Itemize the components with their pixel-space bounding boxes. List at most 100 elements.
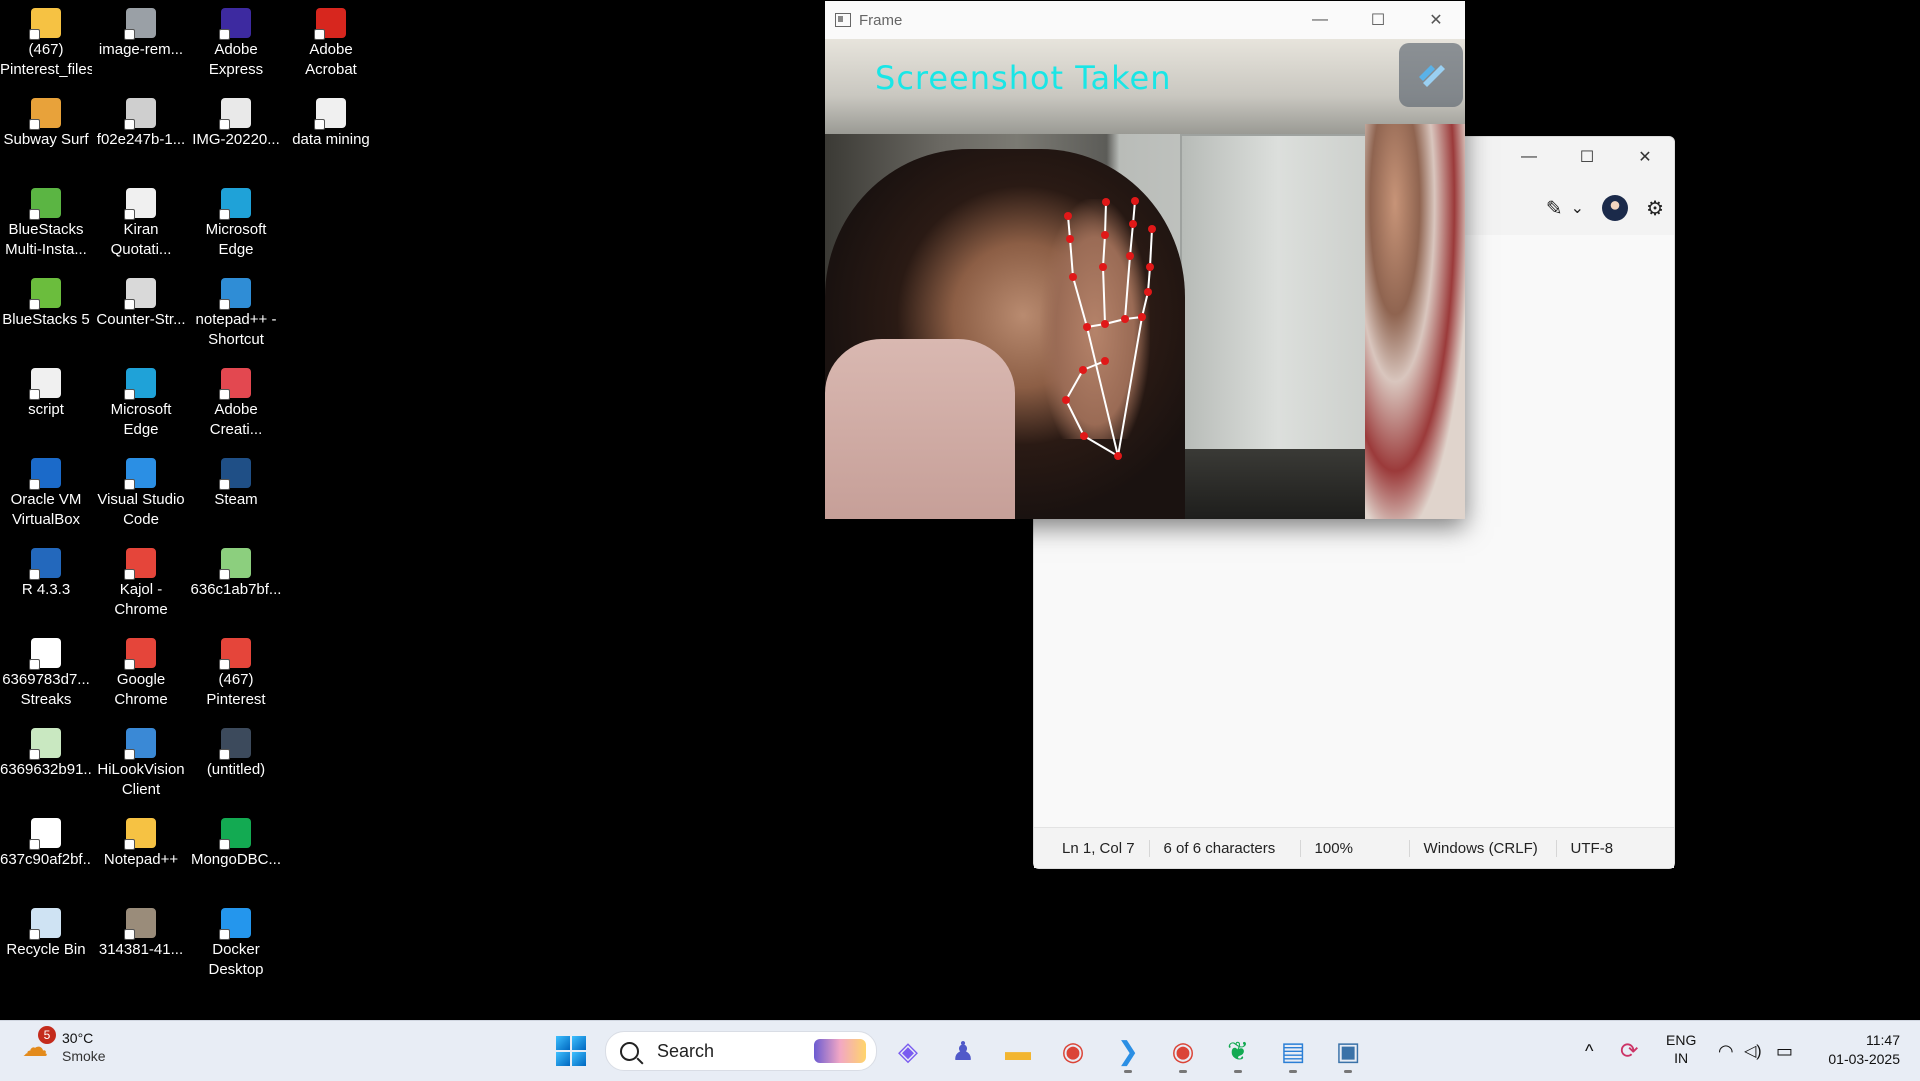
desktop-icon[interactable]: R 4.3.3 bbox=[0, 542, 92, 626]
mongodb-compass-icon[interactable]: ❦ bbox=[1218, 1031, 1258, 1073]
running-indicator bbox=[1124, 1070, 1132, 1073]
hand-landmark-point bbox=[1099, 263, 1107, 271]
desktop-icon[interactable]: image-rem... bbox=[95, 2, 187, 86]
desktop-icon[interactable]: 314381-41... bbox=[95, 902, 187, 986]
python-icon[interactable]: ▣ bbox=[1328, 1031, 1368, 1073]
taskbar-clock[interactable]: 11:47 01-03-2025 bbox=[1828, 1031, 1900, 1069]
adobe-creative-cloud-icon bbox=[219, 368, 251, 400]
frame-close-button[interactable]: ✕ bbox=[1407, 1, 1465, 39]
image-file-icon bbox=[219, 98, 251, 130]
desktop-icon[interactable]: Counter-Str... bbox=[95, 272, 187, 356]
desktop-icon[interactable]: Steam bbox=[190, 452, 282, 536]
python-file-icon bbox=[124, 8, 156, 40]
notepad-minimize-button[interactable]: — bbox=[1500, 137, 1558, 177]
desktop-icon[interactable]: 6369783d7... Streaks bbox=[0, 632, 92, 716]
desktop-icon[interactable]: MongoDBC... bbox=[190, 812, 282, 896]
weather-notification-badge: 5 bbox=[38, 1026, 56, 1044]
desktop-icon[interactable]: (untitled) bbox=[190, 722, 282, 806]
desktop-icon[interactable]: data mining bbox=[285, 92, 377, 176]
image-file-icon bbox=[29, 818, 61, 850]
desktop-icon[interactable]: (467) Pinterest bbox=[190, 632, 282, 716]
desktop-icon[interactable]: IMG-20220... bbox=[190, 92, 282, 176]
document-icon bbox=[124, 188, 156, 220]
volume-icon[interactable]: ◁) bbox=[1744, 1021, 1762, 1081]
bluestacks-icon bbox=[29, 278, 61, 310]
desktop-icon[interactable]: Oracle VM VirtualBox bbox=[0, 452, 92, 536]
weather-condition: Smoke bbox=[62, 1048, 106, 1064]
start-button[interactable] bbox=[556, 1036, 586, 1066]
desktop-icon-label: (467) Pinterest_files bbox=[0, 41, 92, 78]
language-indicator[interactable]: ENG IN bbox=[1666, 1031, 1696, 1067]
desktop-icon[interactable]: Kajol - Chrome bbox=[95, 542, 187, 626]
desktop-icon-label: HiLookVision Client bbox=[97, 761, 185, 798]
teams-icon[interactable]: ♟ bbox=[943, 1031, 983, 1071]
sync-icon[interactable]: ⟳ bbox=[1620, 1021, 1638, 1081]
file-explorer-icon[interactable]: ▬ bbox=[998, 1031, 1038, 1071]
vscode-icon[interactable]: ❯ bbox=[1108, 1031, 1148, 1073]
desktop-icon[interactable]: notepad++ - Shortcut bbox=[190, 272, 282, 356]
desktop-icon[interactable]: 637c90af2bf... bbox=[0, 812, 92, 896]
chrome-profile-icon[interactable]: ◉ bbox=[1163, 1031, 1203, 1073]
frame-titlebar[interactable]: Frame — ☐ ✕ bbox=[825, 1, 1465, 39]
copilot-icon[interactable]: ◈ bbox=[888, 1031, 928, 1071]
desktop-icon-label: MongoDBC... bbox=[190, 851, 282, 868]
hand-landmark-connection bbox=[1149, 228, 1153, 268]
battery-icon[interactable]: ▭ bbox=[1776, 1021, 1793, 1081]
wifi-icon[interactable]: ◠ bbox=[1718, 1021, 1734, 1081]
desktop-icon[interactable]: HiLookVision Client bbox=[95, 722, 187, 806]
r-icon bbox=[29, 548, 61, 580]
notepad-icon[interactable]: ▤ bbox=[1273, 1031, 1313, 1073]
weather-widget[interactable]: ☁ 5 30°C Smoke bbox=[22, 1026, 106, 1065]
desktop-icon[interactable]: Adobe Acrobat bbox=[285, 2, 377, 86]
notepad-maximize-button[interactable]: ☐ bbox=[1558, 137, 1616, 177]
steam-icon bbox=[219, 458, 251, 490]
hand-landmark-connection bbox=[1102, 234, 1106, 268]
desktop-icon[interactable]: BlueStacks Multi-Insta... bbox=[0, 182, 92, 266]
desktop-icon[interactable]: Google Chrome bbox=[95, 632, 187, 716]
running-indicator bbox=[1179, 1070, 1187, 1073]
weather-icon: ☁ 5 bbox=[22, 1026, 56, 1062]
zoom-level[interactable]: 100% bbox=[1301, 839, 1410, 857]
desktop-icon[interactable]: Microsoft Edge bbox=[190, 182, 282, 266]
account-avatar[interactable] bbox=[1602, 195, 1629, 221]
desktop-icon[interactable]: f02e247b-1... bbox=[95, 92, 187, 176]
desktop-icon[interactable]: 636c1ab7bf... bbox=[190, 542, 282, 626]
desktop-icon[interactable]: Adobe Creati... bbox=[190, 362, 282, 446]
recycle-bin-icon bbox=[29, 908, 61, 940]
desktop-icon[interactable]: Microsoft Edge bbox=[95, 362, 187, 446]
hand-landmark-point bbox=[1101, 231, 1109, 239]
screenshot-taken-text: Screenshot Taken bbox=[875, 59, 1172, 97]
desktop-icon-label: Microsoft Edge bbox=[205, 221, 267, 258]
desktop-icon[interactable]: Subway Surf bbox=[0, 92, 92, 176]
desktop-icon[interactable]: Notepad++ bbox=[95, 812, 187, 896]
frame-maximize-button[interactable]: ☐ bbox=[1349, 1, 1407, 39]
desktop-icon[interactable]: 6369632b91... bbox=[0, 722, 92, 806]
desktop-icon[interactable]: Visual Studio Code bbox=[95, 452, 187, 536]
encoding[interactable]: UTF-8 bbox=[1557, 840, 1628, 857]
hand-landmark-point bbox=[1148, 225, 1156, 233]
notepad-close-button[interactable]: ✕ bbox=[1616, 137, 1674, 177]
mongodb-compass-icon bbox=[219, 818, 251, 850]
show-hidden-icons-chevron-icon[interactable]: ^ bbox=[1585, 1021, 1593, 1081]
adobe-acrobat-icon bbox=[314, 8, 346, 40]
chrome-icon[interactable]: ◉ bbox=[1053, 1031, 1093, 1071]
chevron-down-icon[interactable]: ⌄ bbox=[1571, 198, 1584, 218]
desktop-icon-label: Notepad++ bbox=[103, 851, 179, 868]
desktop-icon-label: Counter-Str... bbox=[96, 311, 186, 328]
docker-icon bbox=[219, 908, 251, 940]
snipping-tool-button[interactable] bbox=[1399, 43, 1463, 107]
desktop-icon[interactable]: (467) Pinterest_files bbox=[0, 2, 92, 86]
frame-minimize-button[interactable]: — bbox=[1291, 1, 1349, 39]
frame-window[interactable]: Frame — ☐ ✕ Screenshot Taken bbox=[825, 1, 1465, 519]
copilot-rewrite-icon[interactable]: ✎ bbox=[1546, 196, 1563, 221]
desktop-icon[interactable]: script bbox=[0, 362, 92, 446]
desktop-icon[interactable]: Recycle Bin bbox=[0, 902, 92, 986]
desktop-icon[interactable]: Kiran Quotati... bbox=[95, 182, 187, 266]
line-ending[interactable]: Windows (CRLF) bbox=[1410, 839, 1557, 857]
settings-gear-icon[interactable]: ⚙ bbox=[1646, 196, 1664, 221]
desktop-icon[interactable]: Docker Desktop bbox=[190, 902, 282, 986]
desktop-icon[interactable]: Adobe Express bbox=[190, 2, 282, 86]
desktop-icon[interactable]: BlueStacks 5 bbox=[0, 272, 92, 356]
taskbar-search[interactable]: Search bbox=[605, 1031, 877, 1071]
notepad-window-controls: — ☐ ✕ bbox=[1500, 137, 1674, 177]
